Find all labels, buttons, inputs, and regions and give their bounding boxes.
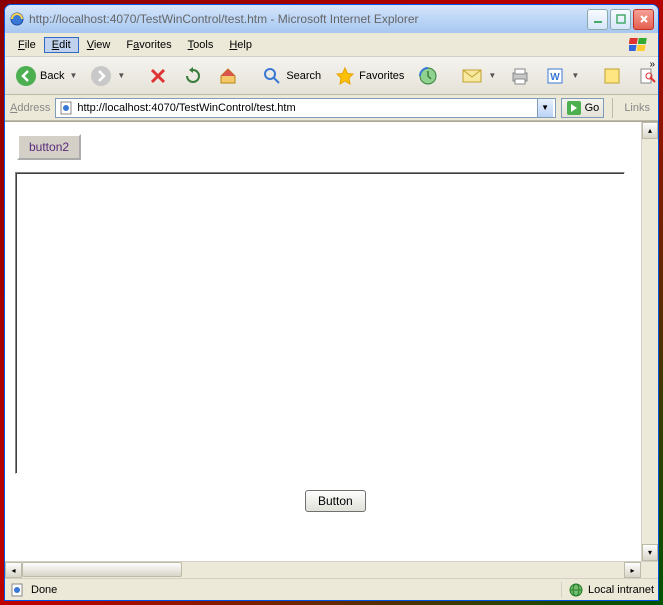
menu-favorites[interactable]: Favorites (118, 37, 179, 53)
history-icon (417, 65, 439, 87)
status-bar: Done Local intranet (5, 578, 658, 600)
note-icon (601, 65, 623, 87)
menu-file[interactable]: File (10, 37, 44, 53)
chevron-down-icon: ▼ (571, 71, 579, 80)
button2[interactable]: button2 (17, 134, 81, 160)
address-url: http://localhost:4070/TestWinControl/tes… (77, 102, 536, 114)
scroll-left-icon[interactable]: ◂ (5, 562, 22, 578)
favorites-label: Favorites (359, 70, 404, 82)
discuss-button[interactable] (596, 61, 628, 91)
page-icon (58, 100, 74, 116)
forward-icon (90, 65, 112, 87)
chevron-down-icon: ▼ (117, 71, 125, 80)
search-button[interactable]: Search (256, 61, 326, 91)
page-viewport[interactable]: button2 Button (5, 122, 641, 561)
edit-button[interactable]: W ▼ (539, 61, 584, 91)
address-dropdown[interactable]: ▼ (537, 99, 553, 117)
menu-view[interactable]: View (79, 37, 119, 53)
toolbar: Back ▼ ▼ Search Favorites (5, 57, 658, 95)
ie-window: http://localhost:4070/TestWinControl/tes… (4, 4, 659, 601)
stop-button[interactable] (142, 61, 174, 91)
close-button[interactable] (633, 9, 654, 30)
word-icon: W (544, 65, 566, 87)
scroll-right-icon[interactable]: ▸ (624, 562, 641, 578)
print-icon (509, 65, 531, 87)
zone-pane: Local intranet (561, 582, 654, 598)
chevron-down-icon: ▼ (488, 71, 496, 80)
back-button[interactable]: Back ▼ (10, 61, 82, 91)
refresh-button[interactable] (177, 61, 209, 91)
zone-text: Local intranet (588, 584, 654, 596)
mail-button[interactable]: ▼ (456, 61, 501, 91)
horizontal-scrollbar[interactable]: ◂ ▸ (5, 561, 658, 578)
scroll-track[interactable] (642, 139, 658, 544)
mail-icon (461, 65, 483, 87)
menubar: File Edit View Favorites Tools Help (5, 33, 658, 57)
toolbar-overflow-icon[interactable]: » (649, 59, 655, 70)
menu-tools[interactable]: Tools (180, 37, 222, 53)
menu-edit[interactable]: Edit (44, 37, 79, 53)
back-label: Back (40, 70, 64, 82)
scroll-track[interactable] (22, 562, 624, 578)
scroll-thumb[interactable] (22, 562, 182, 577)
intranet-icon (568, 582, 584, 598)
embedded-panel[interactable] (15, 172, 625, 474)
stop-icon (147, 65, 169, 87)
go-button[interactable]: Go (561, 98, 605, 118)
address-bar: Address http://localhost:4070/TestWinCon… (5, 95, 658, 121)
center-button[interactable]: Button (305, 490, 366, 512)
home-button[interactable] (212, 61, 244, 91)
content-area: button2 Button ▴ ▾ (5, 121, 658, 561)
window-buttons (587, 9, 654, 30)
titlebar[interactable]: http://localhost:4070/TestWinControl/tes… (5, 5, 658, 33)
address-label: Address (10, 102, 50, 114)
page-icon (9, 582, 25, 598)
print-button[interactable] (504, 61, 536, 91)
status-text: Done (31, 584, 57, 596)
separator (612, 98, 613, 118)
refresh-icon (182, 65, 204, 87)
maximize-button[interactable] (610, 9, 631, 30)
svg-text:W: W (551, 72, 561, 83)
star-icon (334, 65, 356, 87)
ie-icon (9, 11, 25, 27)
minimize-button[interactable] (587, 9, 608, 30)
history-button[interactable] (412, 61, 444, 91)
windows-logo-icon (625, 35, 653, 55)
favorites-button[interactable]: Favorites (329, 61, 409, 91)
vertical-scrollbar[interactable]: ▴ ▾ (641, 122, 658, 561)
go-icon (566, 100, 582, 116)
back-icon (15, 65, 37, 87)
links-label[interactable]: Links (621, 102, 653, 114)
scroll-corner (641, 562, 658, 578)
chevron-down-icon: ▼ (69, 71, 77, 80)
scroll-up-icon[interactable]: ▴ (642, 122, 658, 139)
search-label: Search (286, 70, 321, 82)
scroll-down-icon[interactable]: ▾ (642, 544, 658, 561)
window-title: http://localhost:4070/TestWinControl/tes… (29, 12, 587, 26)
home-icon (217, 65, 239, 87)
forward-button[interactable]: ▼ (85, 61, 130, 91)
address-box[interactable]: http://localhost:4070/TestWinControl/tes… (55, 98, 555, 118)
go-label: Go (585, 102, 600, 114)
search-icon (261, 65, 283, 87)
menu-help[interactable]: Help (221, 37, 260, 53)
